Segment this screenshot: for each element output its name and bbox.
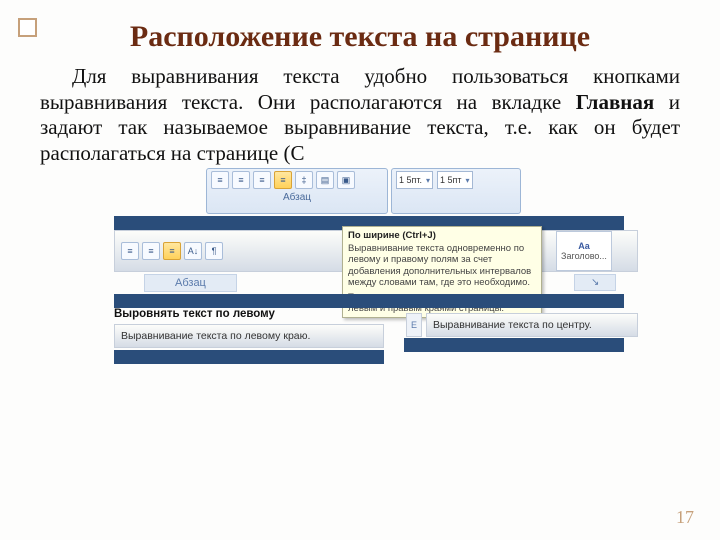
tooltip-center-close-icon[interactable]: E	[406, 313, 422, 337]
slide-paragraph: Для выравнивания текста удобно пользоват…	[40, 64, 680, 166]
group-label-paragraph: Абзац	[207, 191, 387, 204]
align-justify-icon-2[interactable]: ≡	[163, 242, 181, 260]
ribbon-fragment-mid-left: ≡ ≡ ≡ A↓ ¶	[114, 230, 358, 272]
align-row: ≡ ≡ ≡ ≡ ‡ ▤ ▣	[207, 169, 387, 191]
spacing-after-combo[interactable]: 1 5пт▾	[437, 171, 473, 189]
slide-title: Расположение текста на странице	[40, 20, 680, 54]
decorative-corner-square	[18, 18, 37, 37]
style-heading-box[interactable]: Aa Заголово...	[556, 231, 612, 271]
tooltip-justify-title: По ширине (Ctrl+J)	[348, 230, 536, 241]
align-right-icon[interactable]: ≡	[253, 171, 271, 189]
borders-icon[interactable]: ▣	[337, 171, 355, 189]
window-bg-bar-3	[114, 350, 384, 364]
spacing-before-combo[interactable]: 1 5пт.▾	[396, 171, 433, 189]
tooltip-center-body: Выравнивание текста по центру.	[426, 313, 638, 337]
tooltip-left-title: Выровнять текст по левому	[114, 308, 275, 320]
dialog-launcher-icon[interactable]: ↘	[574, 274, 616, 291]
spacing-group: 1 5пт.▾ 1 5пт▾	[391, 168, 521, 214]
indent-dec-icon[interactable]: ≡	[121, 242, 139, 260]
group-label-paragraph-2: Абзац	[144, 274, 237, 292]
align-center-icon[interactable]: ≡	[232, 171, 250, 189]
shading-icon[interactable]: ▤	[316, 171, 334, 189]
page-number: 17	[676, 507, 694, 528]
align-left-icon[interactable]: ≡	[211, 171, 229, 189]
window-bg-bar-2	[114, 294, 624, 308]
show-marks-icon[interactable]: ¶	[205, 242, 223, 260]
paragraph-group: ≡ ≡ ≡ ≡ ‡ ▤ ▣ Абзац	[206, 168, 388, 214]
ribbon-fragment-top: ≡ ≡ ≡ ≡ ‡ ▤ ▣ Абзац 1 5пт.▾ 1 5пт▾	[206, 168, 524, 214]
ribbon-fragment-mid-right: Aa Заголово...	[530, 230, 638, 272]
sort-icon[interactable]: A↓	[184, 242, 202, 260]
window-bg-bar-4	[404, 338, 624, 352]
tooltip-left-body: Выравнивание текста по левому краю.	[114, 324, 384, 348]
align-justify-icon[interactable]: ≡	[274, 171, 292, 189]
slide-content: Расположение текста на странице Для выра…	[0, 0, 720, 166]
tooltip-justify-line1: Выравнивание текста одновременно по лево…	[348, 243, 536, 288]
indent-inc-icon[interactable]: ≡	[142, 242, 160, 260]
line-spacing-icon[interactable]: ‡	[295, 171, 313, 189]
